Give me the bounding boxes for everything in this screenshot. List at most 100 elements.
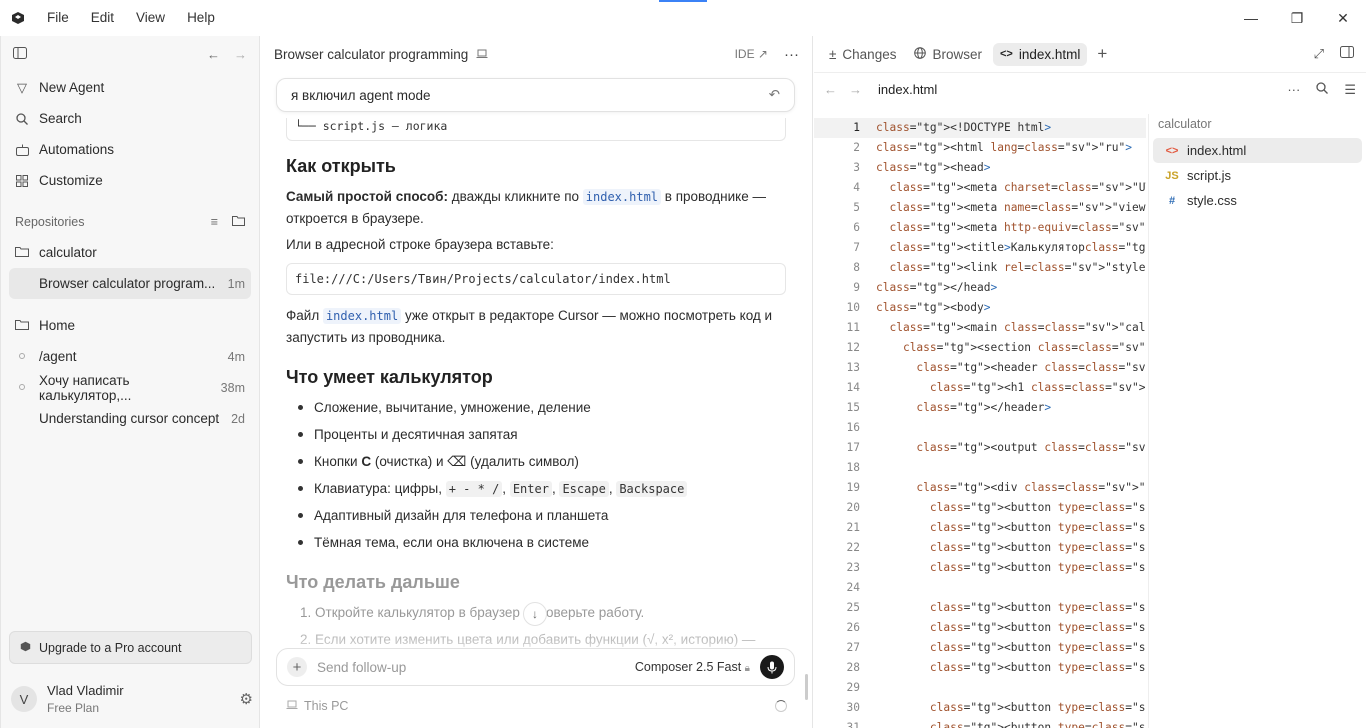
line-number: 19: [846, 481, 860, 494]
more-icon[interactable]: ···: [784, 46, 799, 63]
close-icon[interactable]: ✕: [1320, 0, 1366, 36]
code-editor[interactable]: 1 class="tg"><!DOCTYPE html> 2 class="tg"><…: [814, 114, 1146, 728]
outline-icon[interactable]: ☰: [1344, 82, 1356, 98]
expand-icon[interactable]: ⤢: [1314, 46, 1324, 62]
path-code-block: file:///C:/Users/Твин/Projects/calculato…: [286, 263, 786, 295]
features-list: Сложение, вычитание, умножение, деление …: [286, 394, 786, 556]
add-context-button[interactable]: +: [287, 657, 307, 677]
microphone-button[interactable]: [760, 655, 784, 679]
repo-name: calculator: [39, 245, 97, 260]
sidebar-item-search[interactable]: Search: [1, 103, 259, 134]
toggle-sidebar-icon[interactable]: [13, 46, 27, 62]
chat-pane: Browser calculator programming IDE ↗ ···…: [261, 36, 813, 728]
title-bar: File Edit View Help — ❐ ✕: [0, 0, 1366, 36]
scrollbar[interactable]: [805, 674, 808, 700]
user-query[interactable]: я включил agent mode ↶: [276, 78, 795, 112]
upgrade-label: Upgrade to a Pro account: [39, 640, 182, 655]
user-profile[interactable]: V Vlad Vladimir Free Plan ⚙: [11, 676, 253, 722]
chat-item-label: /agent: [39, 349, 77, 364]
location-label: This PC: [304, 699, 349, 713]
file-item-script-js[interactable]: JS script.js: [1153, 163, 1362, 188]
chat-item-selected[interactable]: Browser calculator program... 1m: [9, 268, 251, 299]
scroll-down-button[interactable]: ↓: [523, 602, 547, 626]
home-label: Home: [39, 318, 76, 333]
menu-view[interactable]: View: [125, 0, 176, 36]
line-number: 22: [846, 541, 860, 554]
inline-code: + - * /: [445, 481, 503, 497]
code-line: class="tg"><meta http-equiv=class="sv">"…: [889, 221, 1146, 234]
code-line: class="tg"><section class=class="sv">"ca…: [902, 341, 1146, 354]
menu-bar: File Edit View Help: [36, 0, 226, 36]
new-folder-icon[interactable]: [232, 215, 245, 229]
loading-spinner-icon: [775, 700, 787, 712]
file-item-style-css[interactable]: # style.css: [1153, 188, 1362, 213]
home-folder[interactable]: Home: [1, 310, 259, 341]
code-line: class="tg"><!DOCTYPE html>: [876, 121, 1052, 134]
workspace-location[interactable]: This PC: [286, 699, 348, 713]
follow-up-input[interactable]: Send follow-up: [317, 660, 625, 675]
chat-title: Browser calculator programming: [274, 46, 469, 62]
editor-navbar: ← → index.html ··· ☰: [814, 72, 1366, 106]
forward-arrow-icon[interactable]: →: [234, 47, 247, 62]
minimize-icon[interactable]: —: [1228, 0, 1274, 36]
back-arrow-icon[interactable]: ←: [824, 82, 837, 97]
folder-icon: [15, 318, 29, 333]
html-file-icon: <>: [1165, 144, 1179, 157]
forward-arrow-icon[interactable]: →: [849, 82, 862, 97]
code-line: class="tg"><meta name=class="sv">"viewpo…: [889, 201, 1146, 214]
user-name: Vlad Vladimir: [47, 683, 124, 698]
paragraph-address: Или в адресной строке браузера вставьте:: [286, 237, 554, 252]
more-icon[interactable]: ···: [1287, 82, 1300, 98]
heading-open: Как открыть: [286, 156, 396, 176]
laptop-icon: [476, 47, 488, 62]
line-number: 6: [853, 221, 860, 234]
chat-item[interactable]: Understanding cursor concept 2d: [1, 403, 259, 434]
search-icon: [15, 112, 29, 125]
code-line: class="tg"><button type=class="sv">"butt…: [929, 601, 1146, 614]
toggle-panel-icon[interactable]: [1340, 46, 1354, 62]
code-line: class="tg"><button type=class="sv">"butt…: [929, 641, 1146, 654]
gear-icon[interactable]: ⚙: [240, 690, 253, 708]
composer: + Send follow-up Composer 2.5 Fast 🔒︎: [276, 648, 795, 686]
text: Файл: [286, 308, 323, 323]
sidebar-item-label: Search: [39, 111, 82, 126]
tab-changes[interactable]: ± Changes: [822, 43, 903, 66]
laptop-icon: [286, 699, 298, 713]
tab-index-html[interactable]: <> index.html: [992, 42, 1088, 66]
lock-icon: 🔒︎: [744, 663, 750, 674]
code-line: class="tg"><header class=class="sv">"cal…: [916, 361, 1146, 374]
sidebar: ← → ▽ New Agent Search Automations Custo…: [0, 36, 260, 728]
undo-icon[interactable]: ↶: [769, 87, 780, 103]
line-number: 16: [846, 421, 860, 434]
open-in-ide-button[interactable]: IDE ↗: [735, 47, 768, 61]
line-number: 21: [846, 521, 860, 534]
upgrade-button[interactable]: Upgrade to a Pro account: [9, 631, 252, 664]
menu-edit[interactable]: Edit: [80, 0, 125, 36]
sidebar-item-customize[interactable]: Customize: [1, 165, 259, 196]
sidebar-toolbar: ← →: [1, 36, 259, 72]
filter-icon[interactable]: ≡: [211, 215, 218, 229]
restore-icon[interactable]: ❐: [1274, 0, 1320, 36]
search-icon[interactable]: [1316, 81, 1329, 98]
line-number: 17: [846, 441, 860, 454]
code-icon: <>: [999, 48, 1013, 60]
sidebar-item-automations[interactable]: Automations: [1, 134, 259, 165]
tab-browser[interactable]: Browser: [907, 43, 989, 66]
line-number: 26: [846, 621, 860, 634]
back-arrow-icon[interactable]: ←: [207, 47, 220, 62]
inline-code: Escape: [559, 481, 609, 497]
code-line: class="tg"><h1 class=class="sv">"calcula…: [929, 381, 1146, 394]
chat-item[interactable]: Хочу написать калькулятор,... 38m: [1, 372, 259, 403]
menu-help[interactable]: Help: [176, 0, 226, 36]
code-line: class="tg"><button type=class="sv">"butt…: [929, 501, 1146, 514]
chat-item[interactable]: /agent 4m: [1, 341, 259, 372]
repo-folder-calculator[interactable]: calculator: [1, 237, 259, 268]
list-item: Проценты и десятичная запятая: [286, 421, 786, 448]
code-line: class="tg"><output class=class="sv">"cal…: [916, 441, 1146, 454]
line-number: 5: [853, 201, 860, 214]
menu-file[interactable]: File: [36, 0, 80, 36]
file-item-index-html[interactable]: <> index.html: [1153, 138, 1362, 163]
sidebar-item-new-agent[interactable]: ▽ New Agent: [1, 72, 259, 103]
model-selector[interactable]: Composer 2.5 Fast 🔒︎: [635, 660, 750, 674]
new-tab-icon[interactable]: +: [1091, 44, 1113, 64]
